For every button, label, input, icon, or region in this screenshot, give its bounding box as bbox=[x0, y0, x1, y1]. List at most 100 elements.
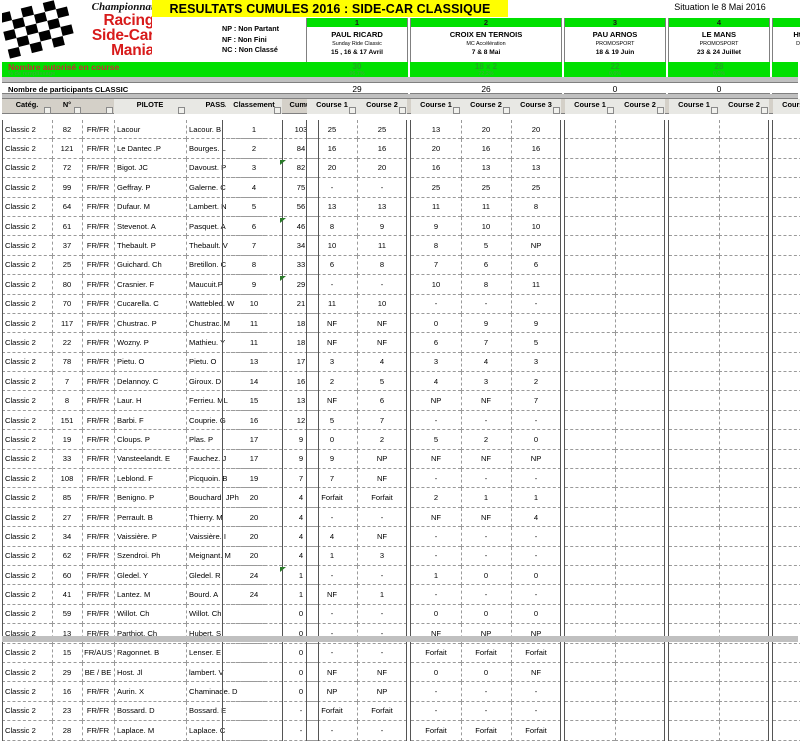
cell-event3-race2[interactable] bbox=[615, 275, 665, 294]
cell-event5-race1[interactable] bbox=[773, 295, 800, 314]
cell-event1-race1[interactable]: Forfait bbox=[307, 488, 357, 507]
cell-event2-race2[interactable]: - bbox=[461, 527, 511, 546]
cell-event3-race2[interactable] bbox=[615, 430, 665, 449]
cell-nationality[interactable]: FR/FR bbox=[82, 120, 114, 139]
cell-event2-race3[interactable]: - bbox=[511, 547, 561, 566]
cell-nationality[interactable]: FR/FR bbox=[82, 217, 114, 236]
cell-num[interactable]: 82 bbox=[52, 120, 82, 139]
table-row[interactable]: Classic 27FR/FRDelannoy. CGiroux. D14162… bbox=[2, 372, 798, 391]
cell-classement[interactable]: 24 bbox=[226, 585, 282, 604]
cell-event4-race2[interactable] bbox=[719, 585, 769, 604]
cell-event3-race2[interactable] bbox=[615, 411, 665, 430]
cell-nationality[interactable]: FR/FR bbox=[82, 585, 114, 604]
cell-event3-race1[interactable] bbox=[565, 702, 615, 721]
cell-event1-race1[interactable]: NF bbox=[307, 391, 357, 410]
cell-categ[interactable]: Classic 2 bbox=[2, 508, 52, 527]
table-row[interactable]: Classic 234FR/FRVaissière. PVaissière. I… bbox=[2, 527, 798, 546]
cell-event4-race1[interactable] bbox=[669, 139, 719, 158]
cell-event4-race1[interactable] bbox=[669, 644, 719, 663]
cell-event2-race3[interactable]: NF bbox=[511, 663, 561, 682]
cell-event1-race1[interactable]: 3 bbox=[307, 353, 357, 372]
cell-event5-race1[interactable] bbox=[773, 275, 800, 294]
cell-event4-race2[interactable] bbox=[719, 450, 769, 469]
cell-event1-race1[interactable]: 25 bbox=[307, 120, 357, 139]
cell-categ[interactable]: Classic 2 bbox=[2, 198, 52, 217]
cell-event1-race2[interactable]: - bbox=[357, 605, 407, 624]
cell-pilote[interactable]: Bossard. D bbox=[114, 702, 186, 721]
cell-event2-race1[interactable]: 4 bbox=[411, 372, 461, 391]
cell-event1-race2[interactable]: 9 bbox=[357, 217, 407, 236]
cell-event3-race2[interactable] bbox=[615, 353, 665, 372]
cell-event2-race1[interactable]: 7 bbox=[411, 256, 461, 275]
cell-pilote[interactable]: Guichard. Ch bbox=[114, 256, 186, 275]
cell-event4-race2[interactable] bbox=[719, 120, 769, 139]
cell-event2-race2[interactable]: 16 bbox=[461, 139, 511, 158]
col-header-event1-race1[interactable]: Course 1 bbox=[307, 99, 357, 114]
cell-event1-race2[interactable]: NP bbox=[357, 682, 407, 701]
cell-event1-race2[interactable]: 16 bbox=[357, 139, 407, 158]
cell-event2-race3[interactable]: 6 bbox=[511, 256, 561, 275]
cell-event1-race1[interactable]: 20 bbox=[307, 159, 357, 178]
cell-event3-race2[interactable] bbox=[615, 721, 665, 740]
cell-event2-race2[interactable]: - bbox=[461, 411, 511, 430]
cell-nationality[interactable]: FR/FR bbox=[82, 159, 114, 178]
cell-categ[interactable]: Classic 2 bbox=[2, 721, 52, 740]
table-row[interactable]: Classic 241FR/FRLantez. MBourd. A241NF1-… bbox=[2, 585, 798, 604]
cell-event1-race2[interactable]: - bbox=[357, 508, 407, 527]
cell-event2-race3[interactable]: 2 bbox=[511, 372, 561, 391]
cell-event4-race2[interactable] bbox=[719, 663, 769, 682]
cell-pilote[interactable]: Szendroi. Ph bbox=[114, 547, 186, 566]
cell-event3-race1[interactable] bbox=[565, 721, 615, 740]
cell-event3-race1[interactable] bbox=[565, 353, 615, 372]
cell-event3-race1[interactable] bbox=[565, 295, 615, 314]
cell-num[interactable]: 80 bbox=[52, 275, 82, 294]
table-row[interactable]: Classic 237FR/FRThebault. PThebault. V73… bbox=[2, 236, 798, 255]
cell-event2-race1[interactable]: 0 bbox=[411, 663, 461, 682]
cell-event2-race1[interactable]: - bbox=[411, 295, 461, 314]
cell-event2-race3[interactable]: 0 bbox=[511, 605, 561, 624]
cell-event3-race2[interactable] bbox=[615, 333, 665, 352]
cell-pilote[interactable]: Gledel. Y bbox=[114, 566, 186, 585]
cell-event4-race2[interactable] bbox=[719, 217, 769, 236]
cell-event3-race2[interactable] bbox=[615, 547, 665, 566]
cell-num[interactable]: 16 bbox=[52, 682, 82, 701]
cell-event5-race1[interactable] bbox=[773, 450, 800, 469]
cell-categ[interactable]: Classic 2 bbox=[2, 217, 52, 236]
cell-event1-race2[interactable]: Forfait bbox=[357, 488, 407, 507]
cell-event2-race1[interactable]: - bbox=[411, 547, 461, 566]
cell-event3-race1[interactable] bbox=[565, 333, 615, 352]
cell-num[interactable]: 85 bbox=[52, 488, 82, 507]
filter-dropdown-icon[interactable] bbox=[106, 107, 113, 114]
cell-event3-race1[interactable] bbox=[565, 469, 615, 488]
cell-event4-race1[interactable] bbox=[669, 663, 719, 682]
cell-pilote[interactable]: Pietu. O bbox=[114, 353, 186, 372]
cell-pilote[interactable]: Aurin. X bbox=[114, 682, 186, 701]
cell-pilote[interactable]: Thebault. P bbox=[114, 236, 186, 255]
cell-event2-race2[interactable]: NF bbox=[461, 508, 511, 527]
cell-event5-race1[interactable] bbox=[773, 139, 800, 158]
cell-nationality[interactable]: FR/FR bbox=[82, 411, 114, 430]
cell-event3-race1[interactable] bbox=[565, 644, 615, 663]
cell-event1-race1[interactable]: 2 bbox=[307, 372, 357, 391]
cell-event4-race2[interactable] bbox=[719, 566, 769, 585]
cell-event5-race1[interactable] bbox=[773, 469, 800, 488]
cell-event4-race1[interactable] bbox=[669, 605, 719, 624]
cell-categ[interactable]: Classic 2 bbox=[2, 527, 52, 546]
cell-categ[interactable]: Classic 2 bbox=[2, 314, 52, 333]
cell-event5-race1[interactable] bbox=[773, 391, 800, 410]
cell-event3-race1[interactable] bbox=[565, 217, 615, 236]
cell-event4-race1[interactable] bbox=[669, 527, 719, 546]
cell-event2-race2[interactable]: Forfait bbox=[461, 644, 511, 663]
cell-num[interactable]: 121 bbox=[52, 139, 82, 158]
cell-num[interactable]: 61 bbox=[52, 217, 82, 236]
cell-event3-race1[interactable] bbox=[565, 663, 615, 682]
cell-classement[interactable]: 15 bbox=[226, 391, 282, 410]
cell-event2-race2[interactable]: 0 bbox=[461, 566, 511, 585]
cell-nationality[interactable]: FR/FR bbox=[82, 353, 114, 372]
cell-pilote[interactable]: Dufaur. M bbox=[114, 198, 186, 217]
table-row[interactable]: Classic 260FR/FRGledel. YGledel. R241--1… bbox=[2, 566, 798, 585]
cell-categ[interactable]: Classic 2 bbox=[2, 430, 52, 449]
table-row[interactable]: Classic 272FR/FRBigot. JCDavoust. P38220… bbox=[2, 159, 798, 178]
cell-event2-race1[interactable]: 11 bbox=[411, 198, 461, 217]
cell-event3-race1[interactable] bbox=[565, 139, 615, 158]
